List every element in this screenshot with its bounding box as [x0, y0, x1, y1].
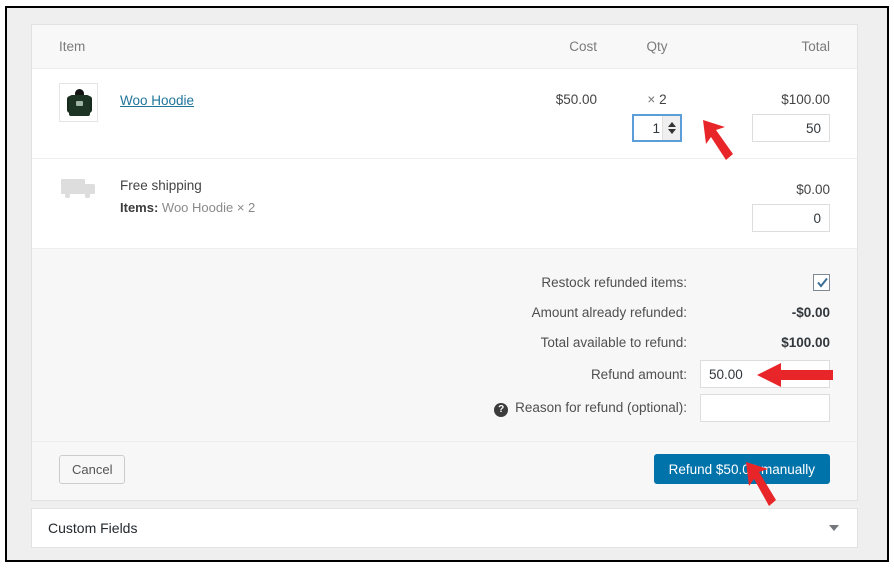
product-qty-value: 2 — [659, 92, 667, 107]
line-items-table-header: Item Cost Qty Total — [32, 25, 857, 69]
refund-amount-input[interactable] — [700, 360, 830, 388]
refund-actions-bar: Cancel Refund $50.00 manually — [32, 442, 857, 500]
shipping-total-cell: $0.00 — [717, 173, 857, 232]
shipping-items-label: Items: — [120, 200, 159, 215]
page-background: Item Cost Qty Total Woo Hoodie $50.00 × — [7, 8, 887, 560]
custom-fields-title: Custom Fields — [48, 520, 138, 536]
screenshot-frame: Item Cost Qty Total Woo Hoodie $50.00 × — [5, 6, 889, 562]
refund-manually-button[interactable]: Refund $50.00 manually — [653, 454, 830, 484]
product-qty-cell: × 2 — [597, 83, 717, 142]
hoodie-thumbnail-icon — [59, 83, 98, 122]
help-icon[interactable]: ? — [494, 402, 509, 417]
restock-checkbox[interactable] — [813, 273, 830, 291]
already-refunded-value: -$0.00 — [791, 304, 830, 320]
total-available-label: Total available to refund: — [540, 334, 687, 350]
product-cost: $50.00 — [555, 92, 597, 107]
product-total-cell: $100.00 — [717, 83, 857, 142]
column-header-total: Total — [801, 39, 830, 54]
column-header-qty: Qty — [646, 39, 668, 54]
shipping-truck-icon — [59, 177, 98, 205]
restock-label: Restock refunded items: — [541, 274, 687, 290]
refund-summary-block: Restock refunded items: Amount already r… — [32, 249, 857, 442]
already-refunded-label: Amount already refunded: — [531, 304, 687, 320]
table-row-product: Woo Hoodie $50.00 × 2 $100.00 — [32, 69, 857, 159]
column-header-cost: Cost — [569, 39, 597, 54]
qty-multiplier-symbol: × — [647, 92, 656, 107]
total-available-value: $100.00 — [781, 334, 830, 350]
spinner-up-icon[interactable] — [667, 122, 676, 127]
restock-row: Restock refunded items: — [59, 267, 830, 297]
shipping-method-title: Free shipping — [120, 178, 202, 193]
refund-reason-input[interactable] — [700, 394, 830, 422]
cancel-button[interactable]: Cancel — [59, 454, 126, 484]
shipping-total-value: $0.00 — [796, 182, 830, 197]
product-total-value: $100.00 — [781, 92, 830, 107]
refund-shipping-total-input[interactable] — [752, 204, 830, 232]
shipping-item-cell: Free shipping Items: Woo Hoodie × 2 — [32, 173, 487, 219]
refund-reason-row: ? Reason for refund (optional): — [59, 391, 830, 425]
spinner-buttons[interactable] — [662, 116, 680, 140]
checkmark-icon — [817, 277, 828, 288]
product-item-cell: Woo Hoodie — [32, 83, 487, 122]
refund-line-total-input[interactable] — [752, 114, 830, 142]
refund-amount-label: Refund amount: — [590, 366, 687, 382]
custom-fields-panel[interactable]: Custom Fields — [31, 508, 858, 548]
order-refund-panel: Item Cost Qty Total Woo Hoodie $50.00 × — [31, 24, 858, 501]
shipping-cost-spacer — [487, 173, 597, 182]
column-header-item: Item — [59, 39, 86, 54]
chevron-down-icon[interactable] — [829, 525, 839, 531]
refund-qty-spinner[interactable] — [632, 114, 682, 142]
refund-qty-input[interactable] — [634, 116, 662, 140]
refund-amount-row: Refund amount: — [59, 357, 830, 391]
refund-reason-label-text: Reason for refund (optional): — [515, 399, 687, 415]
already-refunded-row: Amount already refunded: -$0.00 — [59, 297, 830, 327]
shipping-qty-spacer — [597, 173, 717, 182]
product-name-link[interactable]: Woo Hoodie — [120, 83, 194, 110]
shipping-items-meta: Items: Woo Hoodie × 2 — [120, 197, 255, 219]
total-available-row: Total available to refund: $100.00 — [59, 327, 830, 357]
spinner-down-icon[interactable] — [667, 129, 676, 134]
table-row-shipping: Free shipping Items: Woo Hoodie × 2 $0.0… — [32, 159, 857, 249]
refund-reason-label: ? Reason for refund (optional): — [494, 400, 700, 417]
shipping-items-value: Woo Hoodie × 2 — [161, 200, 256, 215]
